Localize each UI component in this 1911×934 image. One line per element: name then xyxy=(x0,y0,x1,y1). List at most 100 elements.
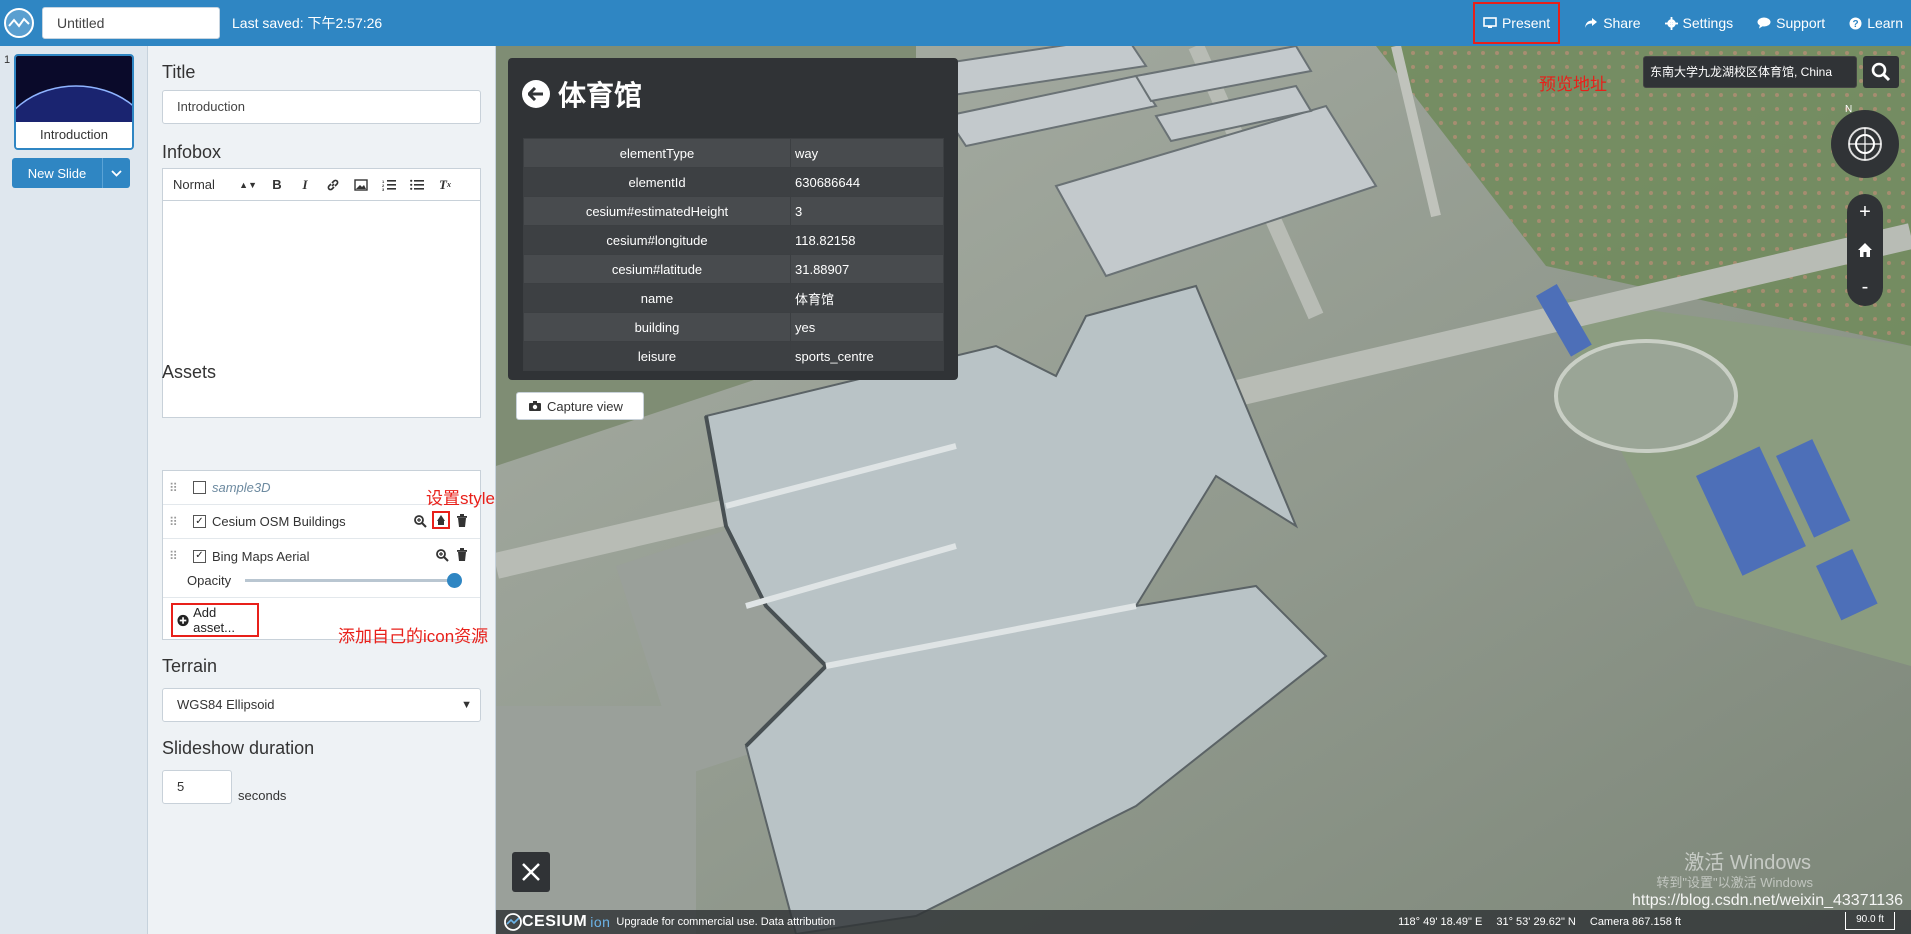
duration-input[interactable]: 5 xyxy=(162,770,232,804)
new-slide-control: New Slide xyxy=(12,158,130,188)
present-label: Present xyxy=(1501,15,1551,31)
divider xyxy=(163,597,480,598)
compass-widget[interactable]: N xyxy=(1831,104,1899,178)
settings-button[interactable]: Settings xyxy=(1664,0,1733,46)
drag-handle-icon[interactable]: ⠿ xyxy=(169,481,183,495)
link-icon[interactable] xyxy=(325,177,341,193)
infobox-value: 31.88907 xyxy=(790,254,944,284)
asset-checkbox[interactable]: ✓ xyxy=(193,549,206,563)
learn-label: Learn xyxy=(1867,15,1903,31)
asset-actions xyxy=(412,511,470,529)
svg-text:3: 3 xyxy=(382,187,385,191)
cesium-ion-logo[interactable]: CESIUM ion xyxy=(504,913,610,931)
search-button[interactable] xyxy=(1863,56,1899,88)
slide-title-input[interactable]: Introduction xyxy=(162,90,481,124)
distance-scale: 90.0 ft xyxy=(1845,912,1895,930)
cesium-brand: CESIUM xyxy=(522,913,588,930)
ordered-list-icon[interactable]: 123 xyxy=(381,177,397,193)
zoom-in-button[interactable]: + xyxy=(1850,198,1880,228)
editor-toolbar: Normal ▲▼ B I 123 Tx xyxy=(163,169,480,201)
geocoder-search-input[interactable]: 东南大学九龙湖校区体育馆, China xyxy=(1643,56,1857,88)
opacity-slider[interactable] xyxy=(245,573,462,588)
infobox-key: elementType xyxy=(523,138,791,168)
document-title-input[interactable]: Untitled xyxy=(42,7,220,39)
longitude-readout: 118° 49' 18.49" E xyxy=(1398,916,1483,928)
zoom-out-button[interactable]: - xyxy=(1850,272,1880,302)
navigation-help-button[interactable] xyxy=(512,852,550,892)
zoom-controls: + - xyxy=(1847,194,1883,306)
title-heading: Title xyxy=(162,62,196,82)
opacity-slider-knob[interactable] xyxy=(447,573,462,588)
asset-name: Cesium OSM Buildings xyxy=(212,514,346,529)
search-icon xyxy=(1871,62,1891,82)
zoom-to-icon[interactable] xyxy=(412,513,428,529)
svg-text:?: ? xyxy=(1853,19,1859,30)
style-icon[interactable] xyxy=(432,511,450,529)
app-logo-icon[interactable] xyxy=(4,8,34,38)
infobox-value: 3 xyxy=(790,196,944,226)
bullet-list-icon[interactable] xyxy=(409,177,425,193)
capture-view-button[interactable]: Capture view xyxy=(516,392,644,420)
new-slide-button[interactable]: New Slide xyxy=(12,158,102,188)
map-viewer[interactable]: 体育馆 elementType way elementId 630686644 cesi… xyxy=(496,46,1911,934)
infobox-row: name 体育馆 xyxy=(523,283,944,313)
slide-label: Introduction xyxy=(16,122,132,148)
infobox-value: yes xyxy=(790,312,944,342)
speech-bubble-icon xyxy=(1757,17,1771,29)
back-arrow-icon[interactable] xyxy=(522,80,550,108)
add-asset-button[interactable]: Add asset... xyxy=(171,603,259,637)
infobox-row: cesium#longitude 118.82158 xyxy=(523,225,944,255)
capture-view-label: Capture view xyxy=(547,398,623,414)
slide-list: 1 Introduction New Slide xyxy=(0,46,148,934)
compass-icon xyxy=(1848,127,1882,161)
trash-icon[interactable] xyxy=(454,547,470,563)
asset-row-osm-buildings[interactable]: ⠿ ✓ Cesium OSM Buildings xyxy=(163,505,480,539)
trash-icon[interactable] xyxy=(454,513,470,529)
cesium-logo-icon xyxy=(504,913,522,931)
windows-activation-subtext: 转到"设置"以激活 Windows xyxy=(1656,875,1813,890)
asset-checkbox[interactable] xyxy=(193,481,206,494)
present-button[interactable]: Present xyxy=(1472,2,1561,44)
cesium-brand-suffix: ion xyxy=(590,914,611,930)
opacity-label: Opacity xyxy=(187,572,232,588)
zoom-to-icon[interactable] xyxy=(434,547,450,563)
infobox-row: cesium#estimatedHeight 3 xyxy=(523,196,944,226)
asset-name: sample3D xyxy=(212,480,271,495)
last-saved-status: Last saved: 下午2:57:26 xyxy=(232,15,383,31)
learn-button[interactable]: ? Learn xyxy=(1849,0,1903,46)
home-button[interactable] xyxy=(1850,235,1880,265)
drag-handle-icon[interactable]: ⠿ xyxy=(169,549,183,563)
camera-icon xyxy=(529,401,541,411)
asset-checkbox[interactable]: ✓ xyxy=(193,515,206,528)
gear-icon xyxy=(1664,16,1678,30)
infobox-row: elementId 630686644 xyxy=(523,167,944,197)
coordinate-readout: 118° 49' 18.49" E 31° 53' 29.62" N Camer… xyxy=(1398,916,1681,928)
map-status-bar: CESIUM ion Upgrade for commercial use. D… xyxy=(496,910,1911,934)
question-circle-icon: ? xyxy=(1849,17,1862,30)
support-button[interactable]: Support xyxy=(1757,0,1825,46)
format-select[interactable]: Normal ▲▼ xyxy=(173,177,257,192)
bold-icon[interactable]: B xyxy=(269,177,285,193)
clear-format-icon[interactable]: Tx xyxy=(437,177,453,193)
terrain-select[interactable]: WGS84 Ellipsoid ▼ xyxy=(162,688,481,722)
infobox-key: cesium#latitude xyxy=(523,254,791,284)
share-button[interactable]: Share xyxy=(1584,0,1641,46)
assets-heading: Assets xyxy=(162,362,217,382)
drag-handle-icon[interactable]: ⠿ xyxy=(169,515,183,529)
windows-activation-watermark: 激活 Windows xyxy=(1684,852,1811,874)
home-icon xyxy=(1858,242,1872,257)
duration-unit: seconds xyxy=(238,788,287,803)
image-icon[interactable] xyxy=(353,177,369,193)
close-x-icon xyxy=(522,863,540,881)
new-slide-dropdown[interactable] xyxy=(102,158,130,188)
chevron-down-icon: ▼ xyxy=(461,699,472,711)
data-attribution-link[interactable]: Upgrade for commercial use. Data attribu… xyxy=(616,916,835,928)
top-bar: Untitled Last saved: 下午2:57:26 Present S… xyxy=(0,0,1911,46)
sort-arrows-icon: ▲▼ xyxy=(239,179,257,190)
asset-row-bing-aerial[interactable]: ⠿ ✓ Bing Maps Aerial xyxy=(163,539,480,573)
infobox-title-row: 体育馆 xyxy=(522,74,642,114)
slide-thumbnail[interactable]: Introduction xyxy=(14,54,134,150)
italic-icon[interactable]: I xyxy=(297,177,313,193)
annotation-icon: 添加自己的icon资源 xyxy=(338,627,489,646)
infobox-row: building yes xyxy=(523,312,944,342)
